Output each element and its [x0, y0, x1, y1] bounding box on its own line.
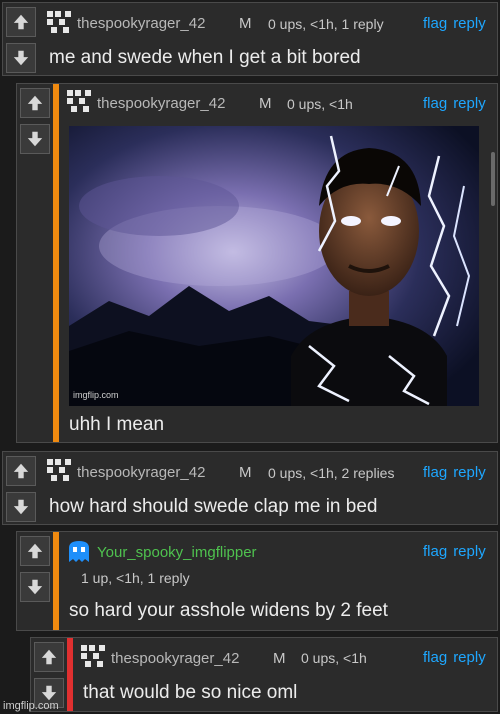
avatar[interactable]: [45, 9, 73, 37]
arrow-down-icon: [13, 499, 29, 515]
comment: thespookyrager_42 M 0 ups, <1h flag reply…: [30, 637, 498, 712]
storm-lightning-image: [69, 126, 479, 406]
reply-accent-bar: [53, 84, 59, 442]
user-gender: M: [273, 650, 286, 667]
flag-link[interactable]: flag: [423, 464, 447, 481]
vote-column: [3, 3, 39, 75]
reply-link[interactable]: reply: [453, 649, 486, 666]
reply-link[interactable]: reply: [453, 464, 486, 481]
upvote-button[interactable]: [20, 88, 50, 118]
downvote-button[interactable]: [6, 43, 36, 73]
reply-link[interactable]: reply: [453, 15, 486, 32]
comment: thespookyrager_42 M 0 ups, <1h flag reply: [16, 83, 498, 443]
arrow-up-icon: [27, 95, 43, 111]
reply-accent-bar: [53, 532, 59, 630]
arrow-up-icon: [27, 543, 43, 559]
image-watermark: imgflip.com: [73, 390, 119, 400]
comment-meta: 0 ups, <1h: [301, 650, 367, 666]
meme-image[interactable]: imgflip.com: [69, 126, 479, 406]
ghost-avatar-icon[interactable]: [65, 538, 93, 566]
user-gender: M: [259, 95, 272, 112]
comment-actions: flag reply: [417, 95, 486, 112]
comment-meta: 0 ups, <1h: [287, 96, 353, 112]
comment-meta: 1 up, <1h, 1 reply: [81, 570, 190, 586]
username-link[interactable]: thespookyrager_42: [111, 650, 239, 667]
vote-column: [3, 452, 39, 524]
comment: thespookyrager_42 M 0 ups, <1h, 1 reply …: [2, 2, 498, 76]
scrollbar[interactable]: [491, 152, 495, 206]
avatar[interactable]: [45, 457, 73, 485]
avatar[interactable]: [79, 643, 107, 671]
comment-actions: flag reply: [417, 649, 486, 666]
username-link[interactable]: thespookyrager_42: [77, 15, 205, 32]
footer-watermark: imgflip.com: [3, 700, 59, 712]
flag-link[interactable]: flag: [423, 15, 447, 32]
arrow-up-icon: [41, 649, 57, 665]
reply-link[interactable]: reply: [453, 543, 486, 560]
upvote-button[interactable]: [34, 642, 64, 672]
avatar[interactable]: [65, 88, 93, 116]
comment-text: me and swede when I get a bit bored: [49, 47, 361, 68]
comment-text: how hard should swede clap me in bed: [49, 496, 378, 517]
reply-accent-bar: [67, 638, 73, 711]
user-gender: M: [239, 15, 252, 32]
arrow-down-icon: [13, 50, 29, 66]
downvote-button[interactable]: [20, 572, 50, 602]
comment-meta: 0 ups, <1h, 2 replies: [268, 465, 395, 481]
flag-link[interactable]: flag: [423, 543, 447, 560]
downvote-button[interactable]: [20, 124, 50, 154]
comment-meta: 0 ups, <1h, 1 reply: [268, 16, 384, 32]
arrow-up-icon: [13, 14, 29, 30]
vote-column: [17, 84, 53, 442]
comment-text: that would be so nice oml: [83, 682, 298, 703]
comment-actions: flag reply: [417, 15, 486, 32]
upvote-button[interactable]: [6, 456, 36, 486]
vote-column: [17, 532, 53, 630]
comment: Your_spooky_imgflipper flag reply 1 up, <…: [16, 531, 498, 631]
arrow-down-icon: [27, 131, 43, 147]
comment-actions: flag reply: [417, 464, 486, 481]
username-link[interactable]: thespookyrager_42: [77, 464, 205, 481]
flag-link[interactable]: flag: [423, 95, 447, 112]
arrow-up-icon: [13, 463, 29, 479]
user-gender: M: [239, 464, 252, 481]
arrow-down-icon: [27, 579, 43, 595]
comment: thespookyrager_42 M 0 ups, <1h, 2 replie…: [2, 451, 498, 525]
comment-text: so hard your asshole widens by 2 feet: [69, 600, 388, 621]
reply-link[interactable]: reply: [453, 95, 486, 112]
flag-link[interactable]: flag: [423, 649, 447, 666]
upvote-button[interactable]: [6, 7, 36, 37]
username-link[interactable]: thespookyrager_42: [97, 95, 225, 112]
username-link[interactable]: Your_spooky_imgflipper: [97, 544, 257, 561]
comment-actions: flag reply: [417, 543, 486, 560]
downvote-button[interactable]: [6, 492, 36, 522]
comment-text: uhh I mean: [69, 414, 165, 435]
upvote-button[interactable]: [20, 536, 50, 566]
